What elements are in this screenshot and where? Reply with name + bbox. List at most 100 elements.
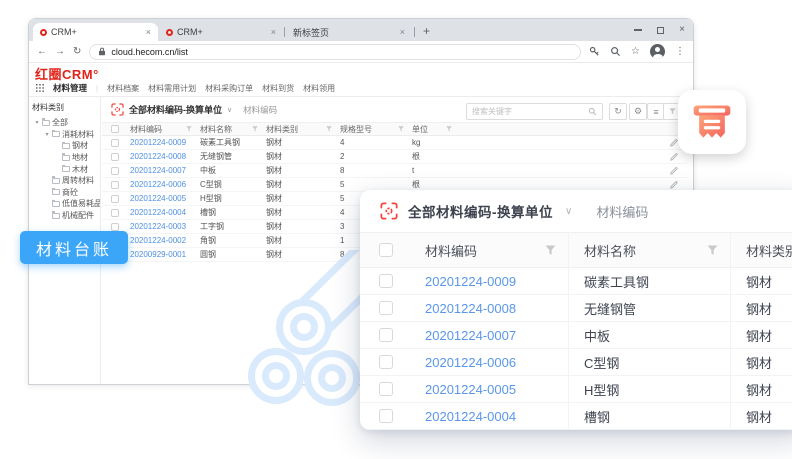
header-cell-name[interactable]: 材料名称 — [198, 123, 264, 135]
profile-avatar[interactable] — [650, 44, 665, 59]
close-window-icon[interactable]: × — [679, 25, 685, 35]
view-dropdown-caret-icon[interactable]: ∨ — [227, 106, 232, 114]
tab-close-icon[interactable]: × — [265, 27, 276, 37]
row-checkbox[interactable] — [111, 153, 119, 161]
maximize-icon[interactable] — [657, 27, 664, 34]
row-checkbox[interactable] — [379, 274, 393, 288]
cell-material-code[interactable]: 20201224-0005 — [408, 382, 570, 397]
table-row[interactable]: 20201224-0004 槽钢 钢材 — [360, 403, 792, 430]
row-checkbox[interactable] — [111, 181, 119, 189]
search-input[interactable] — [472, 107, 588, 116]
view-dropdown-caret-icon[interactable]: ∨ — [565, 206, 572, 217]
cell-material-code[interactable]: 20201224-0008 — [128, 152, 198, 161]
nav-item-arrival[interactable]: 材料到货 — [262, 83, 294, 94]
browser-menu-icon[interactable]: ⋮ — [675, 46, 685, 57]
funnel-icon[interactable] — [398, 126, 404, 132]
table-row[interactable]: 20201224-0006 C型钢 钢材 — [360, 349, 792, 376]
back-icon[interactable]: ← — [37, 47, 47, 57]
tree-node[interactable]: ▾ 全部 — [32, 117, 98, 129]
overlay-title[interactable]: 全部材料编码-换算单位 — [408, 201, 553, 221]
table-row[interactable]: 20201224-0007 中板 钢材 8 t — [102, 164, 687, 178]
cell-material-code[interactable]: 20201224-0006 — [128, 180, 198, 189]
select-all-checkbox[interactable] — [111, 125, 119, 133]
header-cell-code[interactable]: 材料编码 — [408, 241, 570, 260]
tree-caret-icon[interactable]: ▾ — [34, 119, 40, 126]
edit-pencil-icon[interactable] — [670, 139, 678, 147]
row-checkbox[interactable] — [111, 195, 119, 203]
tree-node[interactable]: 钢材 — [32, 140, 98, 152]
header-cell-unit[interactable]: 单位 — [410, 123, 458, 135]
browser-tab-2[interactable]: CRM+ × — [159, 23, 283, 41]
nav-item-purchase-order[interactable]: 材料采购订单 — [205, 83, 253, 94]
cell-material-code[interactable]: 20200929-0001 — [128, 250, 198, 259]
cell-material-code[interactable]: 20201224-0002 — [128, 236, 198, 245]
row-checkbox[interactable] — [111, 209, 119, 217]
tree-node[interactable]: 低值易耗品 — [32, 198, 98, 210]
list-view-title[interactable]: 全部材料编码-换算单位 — [129, 103, 222, 116]
nav-item-demand-plan[interactable]: 材料需用计划 — [148, 83, 196, 94]
reload-icon[interactable]: ↻ — [73, 47, 81, 57]
tree-node[interactable]: 机械配件 — [32, 210, 98, 222]
tree-node[interactable]: 商砼 — [32, 187, 98, 199]
search-icon[interactable] — [588, 107, 597, 116]
tree-node[interactable]: 地材 — [32, 152, 98, 164]
tree-caret-icon[interactable]: ▾ — [44, 131, 50, 138]
browser-tab-1[interactable]: CRM+ × — [33, 23, 158, 41]
row-checkbox[interactable] — [379, 301, 393, 315]
cell-material-code[interactable]: 20201224-0003 — [128, 222, 198, 231]
nav-item-archives[interactable]: 材料档案 — [107, 83, 139, 94]
edit-pencil-icon[interactable] — [670, 153, 678, 161]
nav-menu-label[interactable]: 材料管理 — [53, 82, 87, 94]
zoom-icon[interactable] — [610, 46, 621, 57]
table-row[interactable]: 20201224-0009 碳素工具钢 钢材 4 kg — [102, 136, 687, 150]
nav-item-requisition[interactable]: 材料领用 — [303, 83, 335, 94]
minimize-icon[interactable] — [634, 29, 642, 31]
table-row[interactable]: 20201224-0009 碳素工具钢 钢材 — [360, 268, 792, 295]
new-tab-button[interactable]: + — [419, 22, 434, 40]
tab-close-icon[interactable]: × — [394, 27, 405, 37]
funnel-icon[interactable] — [446, 126, 452, 132]
cell-material-code[interactable]: 20201224-0004 — [128, 208, 198, 217]
cell-material-code[interactable]: 20201224-0005 — [128, 194, 198, 203]
funnel-icon[interactable] — [707, 245, 718, 256]
row-checkbox[interactable] — [111, 223, 119, 231]
tab-close-icon[interactable]: × — [140, 27, 151, 37]
row-checkbox[interactable] — [379, 328, 393, 342]
row-checkbox[interactable] — [111, 139, 119, 147]
cell-material-code[interactable]: 20201224-0004 — [408, 409, 570, 424]
column-settings-button[interactable]: ⚙ — [629, 103, 647, 120]
tree-node[interactable]: 周转材料 — [32, 175, 98, 187]
header-cell-category[interactable]: 材料类别 — [264, 123, 338, 135]
header-cell-spec[interactable]: 规格型号 — [338, 123, 410, 135]
browser-tab-3[interactable]: 新标签页 × — [286, 23, 412, 41]
table-row[interactable]: 20201224-0007 中板 钢材 — [360, 322, 792, 349]
row-checkbox[interactable] — [111, 167, 119, 175]
row-checkbox[interactable] — [379, 382, 393, 396]
row-checkbox[interactable] — [379, 409, 393, 423]
cell-material-code[interactable]: 20201224-0008 — [408, 301, 570, 316]
header-cell-code[interactable]: 材料编码 — [128, 123, 198, 135]
apps-grid-icon[interactable] — [36, 84, 44, 92]
funnel-icon[interactable] — [326, 126, 332, 132]
cell-material-code[interactable]: 20201224-0009 — [128, 138, 198, 147]
funnel-icon[interactable] — [252, 126, 258, 132]
table-row[interactable]: 20201224-0008 无缝钢管 钢材 — [360, 295, 792, 322]
row-checkbox[interactable] — [379, 355, 393, 369]
key-icon[interactable] — [589, 46, 600, 57]
funnel-icon[interactable] — [545, 245, 556, 256]
edit-pencil-icon[interactable] — [670, 181, 678, 189]
cell-material-code[interactable]: 20201224-0006 — [408, 355, 570, 370]
tree-node[interactable]: ▾ 消耗材料 — [32, 129, 98, 141]
forward-icon[interactable]: → — [55, 47, 65, 57]
refresh-button[interactable]: ↻ — [609, 103, 627, 120]
funnel-icon[interactable] — [186, 126, 192, 132]
tree-node[interactable]: 木材 — [32, 163, 98, 175]
header-cell-category[interactable]: 材料类别 — [732, 241, 792, 260]
cell-material-code[interactable]: 20201224-0007 — [128, 166, 198, 175]
table-row[interactable]: 20201224-0005 H型钢 钢材 — [360, 376, 792, 403]
url-field[interactable]: cloud.hecom.cn/list — [89, 44, 581, 60]
cell-material-code[interactable]: 20201224-0009 — [408, 274, 570, 289]
cell-material-code[interactable]: 20201224-0007 — [408, 328, 570, 343]
table-row[interactable]: 20201224-0008 无缝钢管 钢材 2 根 — [102, 150, 687, 164]
edit-pencil-icon[interactable] — [670, 167, 678, 175]
